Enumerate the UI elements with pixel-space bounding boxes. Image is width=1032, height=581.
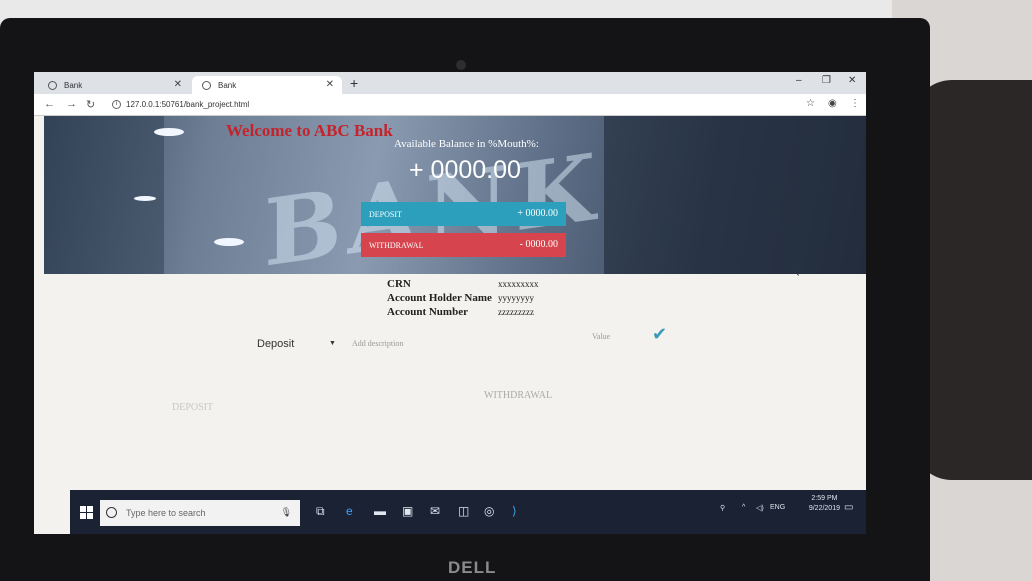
webcam-icon <box>456 60 466 70</box>
globe-icon <box>48 81 57 90</box>
vscode-icon[interactable]: ⟩ <box>512 504 517 518</box>
account-holder-label: Account Holder Name <box>387 292 492 304</box>
deposit-column-heading: DEPOSIT <box>172 402 214 413</box>
description-input[interactable]: Add description <box>352 339 403 348</box>
browser-tabstrip: Bank ✕ Bank ✕ + – ❐ ✕ <box>34 72 866 94</box>
browser-toolbar: ← → ↻ i 127.0.0.1:50761/bank_project.htm… <box>34 94 866 116</box>
transaction-type-value: Deposit <box>257 338 295 350</box>
site-info-icon[interactable]: i <box>112 100 121 109</box>
chrome-icon[interactable]: ◎ <box>484 504 494 518</box>
cortana-circle-icon <box>106 507 117 518</box>
taskbar-clock[interactable]: 2:59 PM 9/22/2019 <box>809 494 840 514</box>
close-window-button[interactable]: ✕ <box>848 75 856 86</box>
banner-building-shape <box>44 116 164 274</box>
account-holder-value: yyyyyyyy <box>498 293 534 303</box>
microphone-icon[interactable]: 🎙 <box>281 507 292 518</box>
bookmark-star-icon[interactable]: ☆ <box>806 98 815 109</box>
address-bar[interactable]: i 127.0.0.1:50761/bank_project.html <box>108 97 798 113</box>
tab-bank-2[interactable]: Bank ✕ <box>192 76 342 94</box>
mouse-cursor-icon: ↖ <box>792 268 801 279</box>
available-balance-label: Available Balance in %Mouth%: <box>394 138 539 150</box>
file-explorer-icon[interactable]: ▬ <box>374 504 386 518</box>
store-icon[interactable]: ▣ <box>402 504 413 518</box>
people-icon[interactable]: ⚲ <box>720 504 725 512</box>
crn-label: CRN <box>387 278 411 290</box>
search-placeholder: Type here to search <box>126 508 206 518</box>
maximize-button[interactable]: ❐ <box>822 75 831 86</box>
hero-banner: BANK Welcome to ABC Bank Available Balan… <box>44 116 866 274</box>
minimize-button[interactable]: – <box>796 75 802 86</box>
account-number-label: Account Number <box>387 306 468 318</box>
transaction-type-select[interactable]: Deposit ▼ <box>257 338 337 350</box>
banner-ceiling-light <box>154 128 184 136</box>
menu-kebab-icon[interactable]: ⋮ <box>850 98 860 109</box>
submit-checkmark-icon[interactable]: ✔ <box>652 324 667 345</box>
task-view-icon[interactable]: ⧉ <box>316 504 325 519</box>
deposit-summary-bar: DEPOSIT + 0000.00 <box>361 202 566 226</box>
forward-arrow-icon[interactable]: → <box>66 98 77 110</box>
back-arrow-icon[interactable]: ← <box>44 98 55 110</box>
account-number-value: zzzzzzzzz <box>498 307 534 317</box>
deposit-summary-amount: + 0000.00 <box>517 208 558 219</box>
tray-chevron-icon[interactable]: ^ <box>742 504 745 511</box>
language-indicator[interactable]: ENG <box>770 504 785 511</box>
clock-date: 9/22/2019 <box>808 505 840 512</box>
welcome-heading: Welcome to ABC Bank <box>226 121 393 140</box>
media-app-icon[interactable]: ◫ <box>458 504 469 518</box>
tab-label: Bank <box>218 81 237 90</box>
url-text: 127.0.0.1:50761/bank_project.html <box>126 100 250 109</box>
close-tab-icon[interactable]: ✕ <box>326 79 334 90</box>
screen: Bank ✕ Bank ✕ + – ❐ ✕ ← → ↻ i 127.0.0.1:… <box>34 72 866 534</box>
volume-icon[interactable]: ◁) <box>756 504 764 512</box>
withdrawal-column-heading: WITHDRAWAL <box>484 390 553 401</box>
taskbar-search-input[interactable]: Type here to search 🎙 <box>100 500 300 526</box>
banner-ceiling-light <box>134 196 156 201</box>
chevron-down-icon: ▼ <box>329 340 336 347</box>
laptop-brand-logo: DELL <box>448 558 497 577</box>
balance-amount: + 0000.00 <box>409 156 521 184</box>
banner-building-shape <box>604 116 866 274</box>
notifications-icon[interactable]: ▭ <box>844 502 853 513</box>
withdrawal-summary-amount: - 0000.00 <box>519 239 558 250</box>
tab-bank-1[interactable]: Bank ✕ <box>38 76 190 94</box>
background-chair <box>912 80 1032 480</box>
mail-icon[interactable]: ✉ <box>430 504 440 518</box>
banner-ceiling-light <box>214 238 244 246</box>
tab-label: Bank <box>64 81 83 90</box>
windows-taskbar: Type here to search 🎙 ⧉ e ▬ ▣ ✉ ◫ ◎ ⟩ ⚲ … <box>70 490 866 534</box>
reload-icon[interactable]: ↻ <box>86 98 95 111</box>
withdrawal-summary-bar: WITHDRAWAL - 0000.00 <box>361 233 566 257</box>
main-content: CRN xxxxxxxxx Account Holder Name yyyyyy… <box>44 274 866 490</box>
crn-value: xxxxxxxxx <box>498 279 539 289</box>
value-input[interactable]: Value <box>592 332 610 341</box>
windows-start-icon[interactable] <box>80 506 94 520</box>
globe-icon <box>202 81 211 90</box>
edge-browser-icon[interactable]: e <box>346 504 353 518</box>
withdrawal-summary-label: WITHDRAWAL <box>369 241 424 250</box>
clock-time: 2:59 PM <box>811 495 838 502</box>
close-tab-icon[interactable]: ✕ <box>174 79 182 90</box>
profile-avatar-icon[interactable]: ◉ <box>828 98 837 109</box>
deposit-summary-label: DEPOSIT <box>369 210 402 219</box>
new-tab-button[interactable]: + <box>350 75 358 91</box>
